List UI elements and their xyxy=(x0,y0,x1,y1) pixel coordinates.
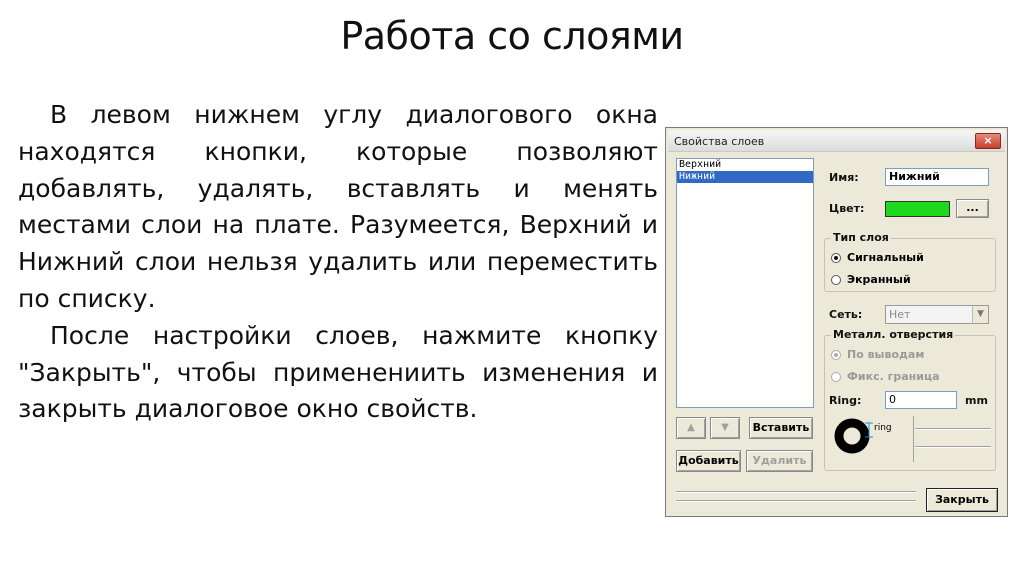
radio-by-pins[interactable]: По выводам xyxy=(831,348,924,361)
metal-holes-group: Металл. отверстия По выводам Фикс. грани… xyxy=(824,328,996,471)
name-label: Имя: xyxy=(829,171,859,184)
radio-selected-icon xyxy=(831,253,841,263)
list-item[interactable]: Верхний xyxy=(677,159,813,171)
close-icon[interactable]: × xyxy=(975,133,1001,149)
ring-diagram-icon: ring xyxy=(834,418,892,454)
divider xyxy=(913,416,914,462)
arrow-down-icon: ▼ xyxy=(721,422,729,433)
metal-holes-legend: Металл. отверстия xyxy=(831,328,956,341)
radio-selected-icon xyxy=(831,350,841,360)
ring-unit: mm xyxy=(965,394,988,407)
delete-button[interactable]: Удалить xyxy=(746,450,813,472)
radio-icon xyxy=(831,275,841,285)
color-label: Цвет: xyxy=(829,202,865,215)
ring-field[interactable]: 0 xyxy=(885,391,957,409)
chevron-down-icon[interactable]: ▼ xyxy=(972,306,988,323)
divider xyxy=(915,428,991,430)
close-button[interactable]: Закрыть xyxy=(926,488,998,512)
divider xyxy=(915,446,991,448)
radio-fixed-border[interactable]: Фикс. граница xyxy=(831,370,940,383)
layer-properties-dialog: Свойства слоев × Верхний Нижний ▲ ▼ Вста… xyxy=(665,127,1008,517)
net-label: Сеть: xyxy=(829,308,863,321)
name-field[interactable]: Нижний xyxy=(885,168,989,186)
paragraph-1: В левом нижнем углу диалогового окна нах… xyxy=(18,100,658,313)
move-up-button[interactable]: ▲ xyxy=(676,417,706,439)
insert-button[interactable]: Вставить xyxy=(749,417,813,439)
layer-type-group: Тип слоя Сигнальный Экранный xyxy=(824,231,996,292)
color-picker-button[interactable]: ... xyxy=(956,199,989,218)
paragraph-2: После настройки слоев, нажмите кнопку "З… xyxy=(18,320,658,424)
layer-type-legend: Тип слоя xyxy=(831,231,891,244)
dialog-titlebar: Свойства слоев × xyxy=(668,130,1005,152)
radio-signal[interactable]: Сигнальный xyxy=(831,251,924,264)
add-button[interactable]: Добавить xyxy=(676,450,741,472)
net-select[interactable]: Нет ▼ xyxy=(885,305,989,324)
color-swatch[interactable] xyxy=(885,201,950,217)
move-down-button[interactable]: ▼ xyxy=(710,417,740,439)
radio-by-pins-label: По выводам xyxy=(847,348,925,361)
divider xyxy=(676,491,916,493)
ring-diagram-label: ring xyxy=(874,423,892,433)
list-item-selected[interactable]: Нижний xyxy=(677,171,813,183)
ring-label: Ring: xyxy=(829,394,862,407)
layer-list[interactable]: Верхний Нижний xyxy=(676,158,814,408)
arrow-up-icon: ▲ xyxy=(687,422,695,433)
radio-signal-label: Сигнальный xyxy=(847,251,924,264)
slide-body: В левом нижнем углу диалогового окна нах… xyxy=(18,97,658,428)
slide-title: Работа со слоями xyxy=(340,14,684,58)
radio-icon xyxy=(831,372,841,382)
divider xyxy=(676,500,916,502)
radio-fixed-border-label: Фикс. граница xyxy=(847,370,940,383)
radio-shield-label: Экранный xyxy=(847,273,911,286)
dialog-title: Свойства слоев xyxy=(674,135,765,148)
radio-shield[interactable]: Экранный xyxy=(831,273,911,286)
net-select-value: Нет xyxy=(889,308,911,321)
